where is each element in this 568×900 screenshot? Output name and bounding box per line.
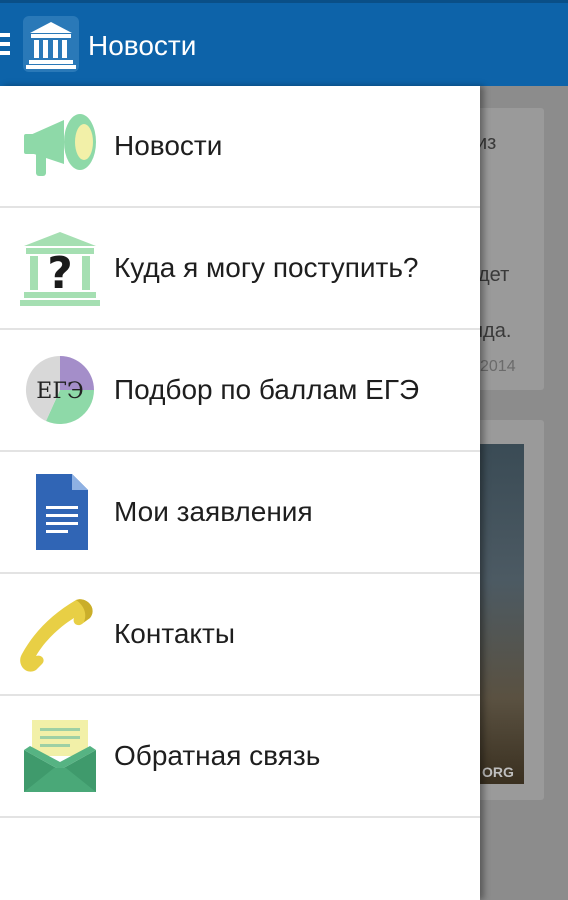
phone-icon bbox=[18, 594, 102, 674]
drawer-item-ege-scores[interactable]: ЕГЭ Подбор по баллам ЕГЭ bbox=[0, 330, 480, 452]
news-card-date: 2014 bbox=[480, 358, 516, 375]
news-card-text: дет bbox=[478, 264, 510, 286]
ege-icon-text: ЕГЭ bbox=[36, 379, 83, 404]
drawer-item-label: Мои заявления bbox=[114, 496, 313, 527]
app-bar: Новости bbox=[0, 0, 568, 86]
drawer-item-feedback[interactable]: Обратная связь bbox=[0, 696, 480, 818]
envelope-icon bbox=[18, 716, 102, 796]
news-photo: ORG bbox=[480, 444, 524, 784]
megaphone-icon bbox=[18, 106, 102, 186]
drawer-item-contacts[interactable]: Контакты bbox=[0, 574, 480, 696]
drawer-item-admission[interactable]: ? Куда я могу поступить? bbox=[0, 208, 480, 330]
university-question-icon: ? bbox=[18, 228, 102, 308]
drawer-item-label: Куда я могу поступить? bbox=[114, 252, 419, 283]
university-logo-icon[interactable] bbox=[22, 15, 80, 73]
drawer-item-label: Подбор по баллам ЕГЭ bbox=[114, 374, 420, 405]
navigation-drawer: Новости ? Куда я могу поступить? ЕГЭ Под… bbox=[0, 86, 480, 900]
drawer-item-news[interactable]: Новости bbox=[0, 86, 480, 208]
page-title: Новости bbox=[88, 30, 197, 61]
drawer-item-applications[interactable]: Мои заявления bbox=[0, 452, 480, 574]
drawer-item-label: Новости bbox=[114, 130, 223, 161]
news-photo-caption: ORG bbox=[482, 764, 514, 780]
document-icon bbox=[18, 472, 102, 552]
ege-pie-icon: ЕГЭ bbox=[18, 350, 102, 430]
menu-icon[interactable] bbox=[0, 33, 10, 55]
drawer-item-label: Контакты bbox=[114, 618, 235, 649]
svg-text:?: ? bbox=[47, 248, 73, 299]
drawer-item-label: Обратная связь bbox=[114, 740, 321, 771]
